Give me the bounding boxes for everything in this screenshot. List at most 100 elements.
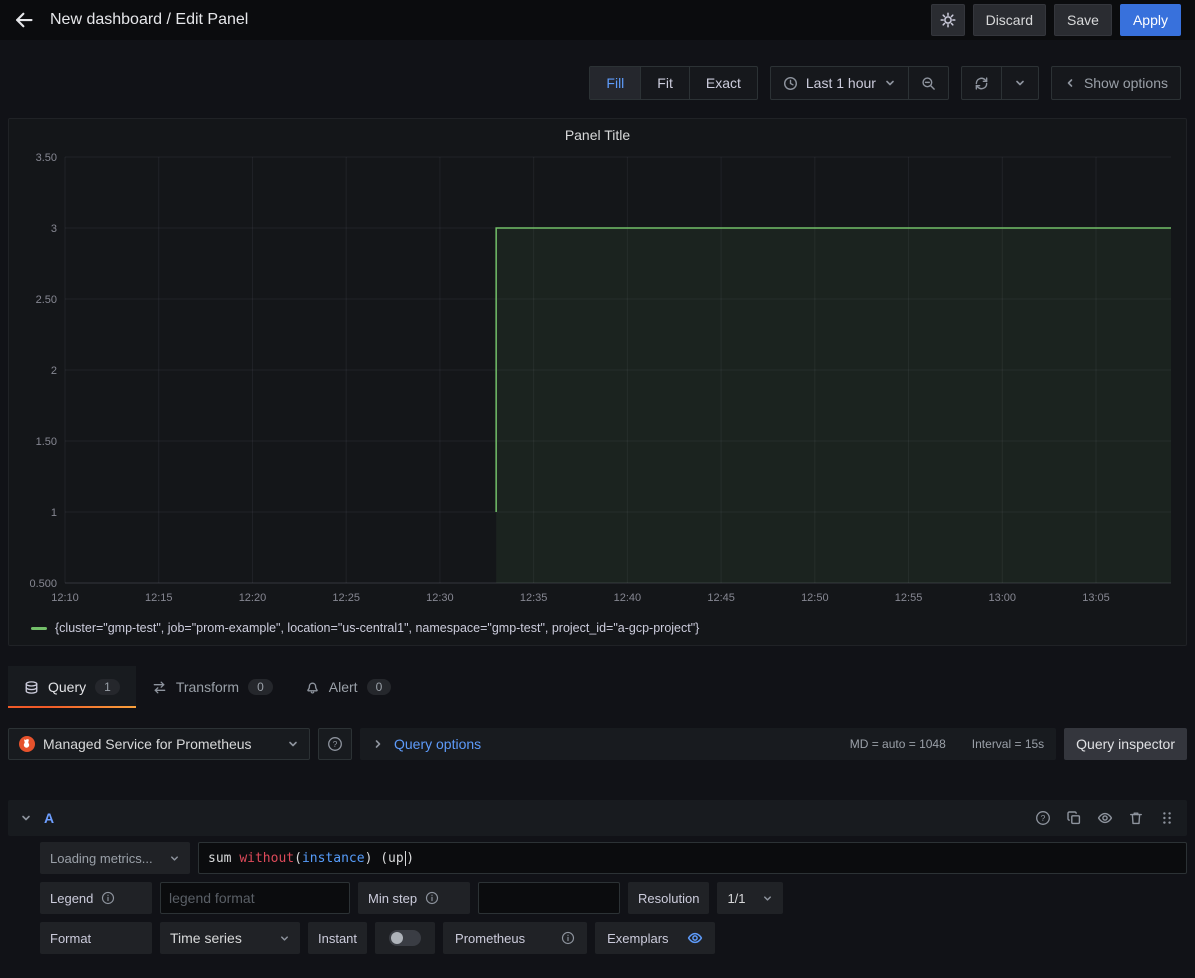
discard-button[interactable]: Discard	[973, 4, 1046, 36]
query-help-icon[interactable]: ?	[1035, 810, 1051, 826]
time-range-label: Last 1 hour	[806, 75, 876, 91]
hide-query-eye-icon[interactable]	[1097, 810, 1113, 826]
view-mode-exact[interactable]: Exact	[689, 67, 757, 99]
min-step-input[interactable]	[478, 882, 620, 914]
chevron-down-icon	[884, 77, 896, 89]
svg-text:12:45: 12:45	[707, 592, 735, 604]
prometheus-label: Prometheus	[455, 931, 525, 946]
svg-text:13:05: 13:05	[1082, 592, 1110, 604]
resolution-label: Resolution	[638, 891, 699, 906]
svg-text:1: 1	[51, 507, 57, 519]
promql-expression-input[interactable]: sum without(instance) (up)	[198, 842, 1187, 874]
query-options-bar: Query options MD = auto = 1048 Interval …	[360, 728, 1056, 760]
duplicate-query-icon[interactable]	[1066, 810, 1082, 826]
chevron-down-icon	[169, 853, 180, 864]
tab-transform[interactable]: Transform 0	[136, 666, 289, 708]
exemplars-eye-icon[interactable]	[687, 930, 703, 946]
svg-text:12:35: 12:35	[520, 592, 548, 604]
tab-transform-label: Transform	[176, 679, 239, 695]
back-arrow-icon[interactable]	[14, 10, 34, 30]
save-button[interactable]: Save	[1054, 4, 1112, 36]
svg-text:12:40: 12:40	[614, 592, 642, 604]
collapse-chevron-icon[interactable]	[20, 812, 32, 824]
datasource-name: Managed Service for Prometheus	[43, 736, 252, 752]
chart-legend[interactable]: {cluster="gmp-test", job="prom-example",…	[31, 617, 1182, 639]
view-mode-fit[interactable]: Fit	[640, 67, 689, 99]
svg-text:12:15: 12:15	[145, 592, 173, 604]
legend-label-chip: Legend	[40, 882, 152, 914]
svg-text:12:20: 12:20	[239, 592, 267, 604]
legend-series-label[interactable]: {cluster="gmp-test", job="prom-example",…	[55, 621, 699, 635]
resolution-select[interactable]: 1/1	[717, 882, 783, 914]
prometheus-label-chip: Prometheus	[443, 922, 587, 954]
chevron-down-icon	[1014, 77, 1026, 89]
view-mode-fill[interactable]: Fill	[590, 67, 640, 99]
svg-text:12:30: 12:30	[426, 592, 454, 604]
refresh-interval-dropdown[interactable]	[1001, 67, 1038, 99]
datasource-help-button[interactable]: ?	[318, 728, 352, 760]
show-options-button[interactable]: Show options	[1052, 67, 1180, 99]
tab-alert[interactable]: Alert 0	[289, 666, 407, 708]
legend-label: Legend	[50, 891, 93, 906]
show-options-group: Show options	[1051, 66, 1181, 100]
panel-preview: Panel Title 0.50011.5022.5033.5012:1012:…	[8, 118, 1187, 646]
tab-query-label: Query	[48, 679, 86, 695]
query-row-header[interactable]: A ?	[8, 800, 1187, 836]
toggle-knob	[391, 932, 403, 944]
datasource-picker[interactable]: Managed Service for Prometheus	[8, 728, 310, 760]
chevron-right-icon	[372, 738, 384, 750]
svg-text:12:55: 12:55	[895, 592, 923, 604]
refresh-group	[961, 66, 1039, 100]
panel-settings-button[interactable]	[931, 4, 965, 36]
panel-title[interactable]: Panel Title	[13, 123, 1182, 147]
refresh-button[interactable]	[962, 67, 1001, 99]
exemplars-label: Exemplars	[607, 931, 668, 946]
tab-transform-count: 0	[248, 679, 273, 695]
datasource-row: Managed Service for Prometheus ? Query o…	[8, 728, 1187, 760]
clock-icon	[783, 76, 798, 91]
svg-text:?: ?	[333, 739, 338, 749]
tab-alert-count: 0	[367, 679, 392, 695]
exemplars-chip: Exemplars	[595, 922, 714, 954]
query-options-toggle[interactable]: Query options	[394, 736, 481, 752]
page-title: New dashboard / Edit Panel	[50, 11, 248, 29]
format-select[interactable]: Time series	[160, 922, 300, 954]
svg-text:3.50: 3.50	[36, 152, 57, 164]
drag-handle-icon[interactable]	[1159, 810, 1175, 826]
help-circle-icon: ?	[327, 736, 343, 752]
resolution-label-chip: Resolution	[628, 882, 709, 914]
legend-series-marker	[31, 627, 47, 630]
metric-select[interactable]: Loading metrics...	[40, 842, 190, 874]
metric-select-placeholder: Loading metrics...	[50, 851, 153, 866]
top-bar: New dashboard / Edit Panel Discard Save …	[0, 0, 1195, 40]
tab-query[interactable]: Query 1	[8, 666, 136, 708]
format-label: Format	[50, 931, 91, 946]
info-circle-icon[interactable]	[561, 931, 575, 945]
svg-text:3: 3	[51, 223, 57, 235]
chevron-left-icon	[1064, 77, 1076, 89]
view-mode-segmented: Fill Fit Exact	[589, 66, 757, 100]
instant-label: Instant	[318, 931, 357, 946]
svg-text:12:50: 12:50	[801, 592, 829, 604]
tab-alert-label: Alert	[329, 679, 358, 695]
min-step-label: Min step	[368, 891, 417, 906]
timeseries-chart[interactable]: 0.50011.5022.5033.5012:1012:1512:2012:25…	[13, 147, 1182, 615]
interval-text: Interval = 15s	[972, 737, 1044, 751]
tab-query-count: 1	[95, 679, 120, 695]
resolution-value: 1/1	[727, 891, 745, 906]
zoom-out-button[interactable]	[908, 67, 948, 99]
apply-button[interactable]: Apply	[1120, 4, 1181, 36]
instant-toggle[interactable]	[389, 930, 421, 946]
expression-code: sum without(instance) (up)	[208, 851, 414, 866]
delete-query-trash-icon[interactable]	[1128, 810, 1144, 826]
svg-text:13:00: 13:00	[989, 592, 1017, 604]
info-circle-icon[interactable]	[101, 891, 115, 905]
legend-format-input[interactable]	[160, 882, 350, 914]
time-range-picker[interactable]: Last 1 hour	[771, 67, 908, 99]
svg-text:0.500: 0.500	[29, 578, 57, 590]
query-inspector-button[interactable]: Query inspector	[1064, 728, 1187, 760]
info-circle-icon[interactable]	[425, 891, 439, 905]
time-picker-group: Last 1 hour	[770, 66, 949, 100]
format-value: Time series	[170, 930, 242, 946]
gear-icon	[940, 12, 956, 28]
